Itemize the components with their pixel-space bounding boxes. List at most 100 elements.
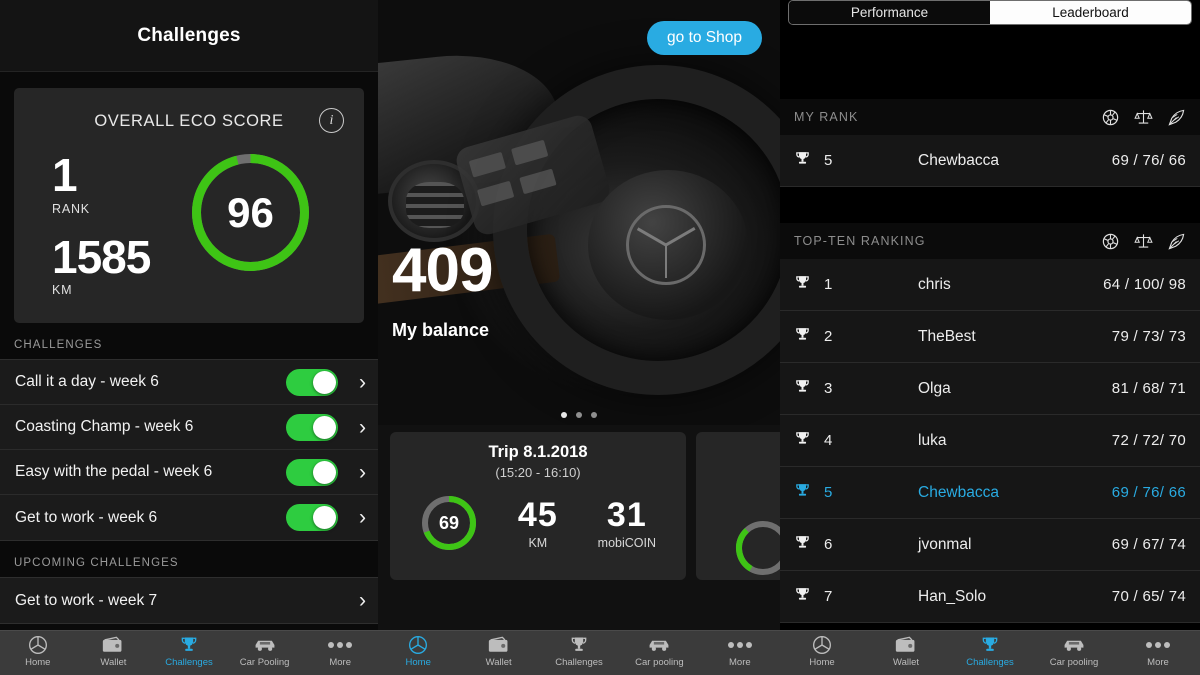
chevron-right-icon[interactable]: › [352,507,366,528]
km-value: 1585 [52,230,151,283]
trip-title: Trip 8.1.2018 [488,443,588,461]
carousel-page-indicator[interactable] [378,412,780,418]
rank-scores: 69 / 76/ 66 [1111,484,1186,501]
trophy-icon [794,274,824,296]
rank-scores: 69 / 76/ 66 [1111,152,1186,169]
ellipsis-icon [727,634,753,656]
tab-challenges[interactable]: Challenges [151,634,227,668]
tab-home[interactable]: Home [378,634,458,668]
list-item[interactable]: Call it a day - week 6 › [0,360,378,405]
page-title: Challenges [137,24,241,46]
tab-car-pooling[interactable]: Car pooling [619,634,699,668]
table-row[interactable]: 7 Han_Solo 70 / 65/ 74 [780,571,1200,623]
trip-km-label: KM [528,536,548,550]
tab-car-pooling[interactable]: Car Pooling [227,634,303,668]
tab-more[interactable]: More [302,634,378,668]
rank-username: luka [918,431,947,449]
tab-label: Challenges [555,657,603,668]
list-item[interactable]: Easy with the pedal - week 6 › [0,450,378,495]
page-dot[interactable] [591,412,597,418]
challenge-toggle[interactable] [286,368,338,396]
challenge-toggle[interactable] [286,458,338,486]
tab-label: Wallet [892,657,920,668]
eco-score-title: OVERALL ECO SCORE [94,111,284,130]
mercedes-star-icon [626,205,706,285]
rank-position: 6 [824,536,833,553]
rank-position: 5 [824,152,833,169]
tab-challenges[interactable]: Challenges [948,634,1032,668]
trophy-icon [794,430,824,452]
table-row[interactable]: 1 chris 64 / 100/ 98 [780,259,1200,311]
tab-label: Challenges [966,657,1014,668]
trip-card[interactable]: Trip 8.1.2018 (15:20 - 16:10) 69 45 KM 3… [390,432,686,580]
tab-label: More [329,657,351,668]
go-to-shop-button[interactable]: go to Shop [647,21,762,55]
ranking-list: 1 chris 64 / 100/ 98 2 TheBest 79 / 73/ 73 3 Ol… [780,259,1200,623]
chevron-right-icon[interactable]: › [352,590,366,611]
eco-score-value: 96 [227,188,274,236]
tab-challenges[interactable]: Challenges [539,634,619,668]
my-rank-label: MY RANK [794,110,859,124]
table-row[interactable]: 3 Olga 81 / 68/ 71 [780,363,1200,415]
table-row[interactable]: 5 Chewbacca 69 / 76/ 66 [780,467,1200,519]
car-icon [253,634,277,656]
wallet-icon [102,634,124,656]
tab-more[interactable]: More [700,634,780,668]
list-item[interactable]: Get to work - week 6 › [0,495,378,540]
bottom-tabbar: Home Wallet Challenges Car Pooling More [0,630,378,675]
tab-performance[interactable]: Performance [789,1,990,24]
rank-username: chris [918,275,951,293]
tab-car-pooling[interactable]: Car pooling [1032,634,1116,668]
tab-wallet[interactable]: Wallet [864,634,948,668]
segmented-control[interactable]: Performance Leaderboard [788,0,1192,25]
chevron-right-icon[interactable]: › [352,462,366,483]
list-item[interactable]: Coasting Champ - week 6 › [0,405,378,450]
list-item[interactable]: Get to work - week 7 › [0,578,378,623]
tab-label: Home [405,657,431,668]
table-row[interactable]: 4 luka 72 / 72/ 70 [780,415,1200,467]
tab-wallet[interactable]: Wallet [458,634,538,668]
trophy-icon [179,634,199,656]
rank-scores: 72 / 72/ 70 [1111,432,1186,449]
rank-value: 1 [52,149,78,201]
mercedes-star-icon [812,634,832,656]
tab-leaderboard[interactable]: Leaderboard [990,1,1191,24]
tab-label: Home [809,657,835,668]
rank-label: RANK [52,201,90,216]
page-dot[interactable] [576,412,582,418]
trip-coin-value: 31 [606,496,647,534]
tab-more[interactable]: More [1116,634,1200,668]
ellipsis-icon [1145,634,1171,656]
tab-wallet[interactable]: Wallet [76,634,152,668]
chevron-right-icon[interactable]: › [352,372,366,393]
challenges-section-label: CHALLENGES [14,339,103,351]
wallet-icon [895,634,917,656]
toggle-knob [313,460,336,484]
upcoming-challenges-section-label: UPCOMING CHALLENGES [14,557,179,569]
rank-username: Chewbacca [918,151,999,169]
tab-home[interactable]: Home [0,634,76,668]
trip-card-next-partial[interactable] [696,432,780,580]
page-dot-active[interactable] [561,412,567,418]
left-panel-challenges: Challenges OVERALL ECO SCORE i 1 RANK 15… [0,0,378,675]
toggle-knob [313,370,336,394]
info-icon[interactable]: i [319,108,344,133]
challenge-toggle[interactable] [286,413,338,441]
trip-cards-carousel[interactable]: Trip 8.1.2018 (15:20 - 16:10) 69 45 KM 3… [378,432,780,590]
column-icons [1101,232,1186,251]
table-row[interactable]: 2 TheBest 79 / 73/ 73 [780,311,1200,363]
challenge-toggle[interactable] [286,504,338,531]
trip-time-range: (15:20 - 16:10) [495,465,581,480]
trip-score-value: 69 [438,512,459,533]
leaderboard-top-spacer [780,25,1200,99]
challenge-name: Call it a day - week 6 [15,373,159,390]
rank-position: 3 [824,380,833,397]
my-rank-row[interactable]: 5 Chewbacca 69 / 76/ 66 [780,135,1200,187]
trophy-icon [569,634,589,656]
tab-home[interactable]: Home [780,634,864,668]
eco-card-header: OVERALL ECO SCORE i [34,106,344,136]
column-icons [1101,108,1186,127]
challenge-name: Get to work - week 6 [15,508,158,526]
table-row[interactable]: 6 jvonmal 69 / 67/ 74 [780,519,1200,571]
chevron-right-icon[interactable]: › [352,417,366,438]
